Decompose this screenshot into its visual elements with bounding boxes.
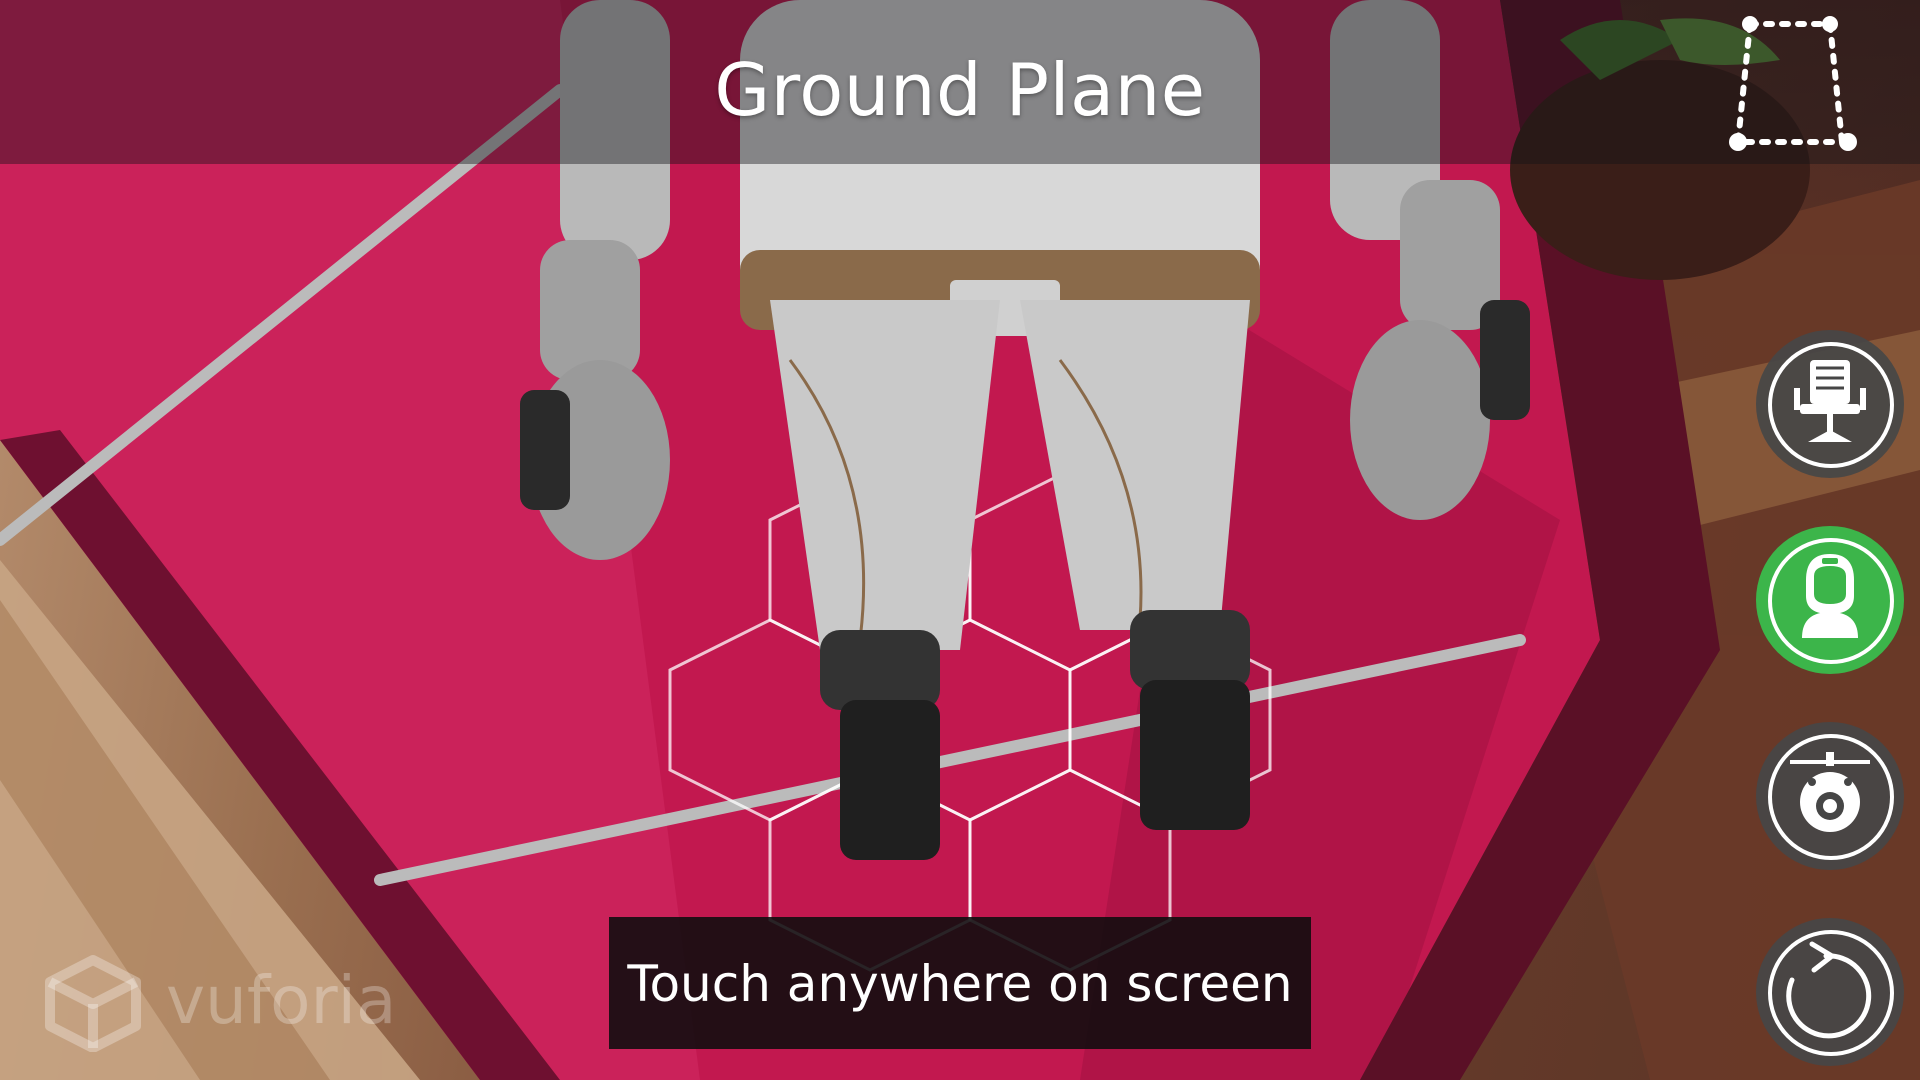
touch-hint: Touch anywhere on screen <box>609 917 1311 1049</box>
vuforia-watermark: vuforia <box>38 952 418 1052</box>
chair-icon <box>1794 360 1866 442</box>
title-bar: Ground Plane <box>0 0 1920 164</box>
astronaut-mode-button[interactable] <box>1756 526 1904 674</box>
astronaut-icon <box>1802 554 1858 638</box>
reset-rotate-icon <box>1786 941 1872 1039</box>
reset-rotate-button[interactable] <box>1756 918 1904 1066</box>
vuforia-cube-icon <box>45 955 141 1052</box>
chair-mode-button[interactable] <box>1756 330 1904 478</box>
page-title: Ground Plane <box>714 48 1206 132</box>
watermark-brand: vuforia <box>166 962 397 1039</box>
dashed-plane-corners-icon[interactable] <box>1718 12 1868 152</box>
hint-text: Touch anywhere on screen <box>627 955 1293 1013</box>
drone-icon <box>1790 752 1870 832</box>
drone-mode-button[interactable] <box>1756 722 1904 870</box>
ar-viewport[interactable]: Ground Plane Touch anywhere on screen vu… <box>0 0 1920 1080</box>
